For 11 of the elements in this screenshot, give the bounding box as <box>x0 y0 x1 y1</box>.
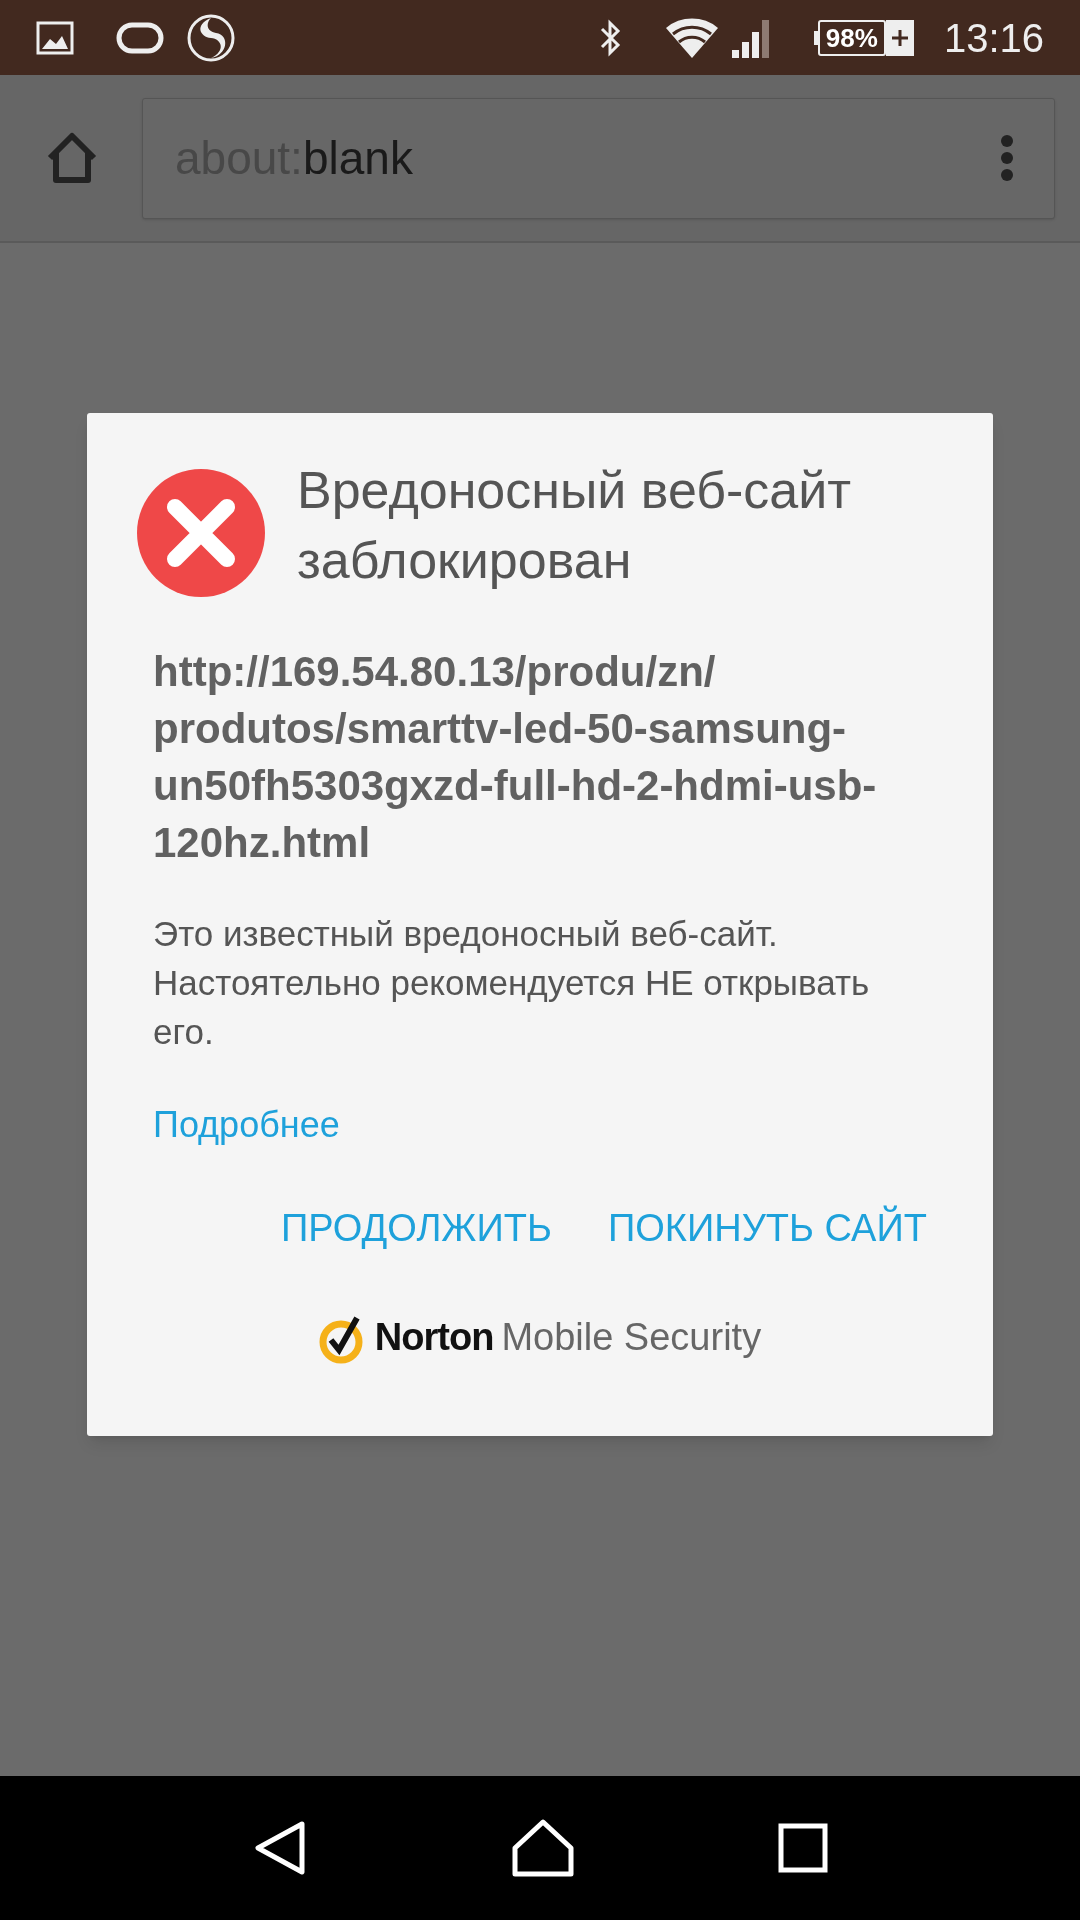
details-link[interactable]: Подробнее <box>153 1098 340 1152</box>
leave-site-button[interactable]: ПОКИНУТЬ САЙТ <box>607 1200 927 1257</box>
continue-button[interactable]: ПРОДОЛЖИТЬ <box>281 1200 552 1257</box>
warning-message: Это известный вредоносный веб-сайт. Настоятельно рекомендуется НЕ открывать его. <box>153 913 871 1053</box>
dialog-title: Вредоносный веб-сайт заблокирован <box>297 460 853 591</box>
blocked-url: http://169.54.80.13/produ/zn/produtos/smarttv-led-50-samsung-un50fh5303gxzd-full-hd-2-hdmi-usb-120hz.html <box>153 647 878 868</box>
product-name: Mobile Security <box>501 1315 762 1360</box>
brand-name: Norton <box>374 1315 494 1360</box>
url-path: blank <box>302 130 413 186</box>
battery-percent: 98% <box>825 24 878 51</box>
clock: 13:16 <box>943 14 1044 62</box>
